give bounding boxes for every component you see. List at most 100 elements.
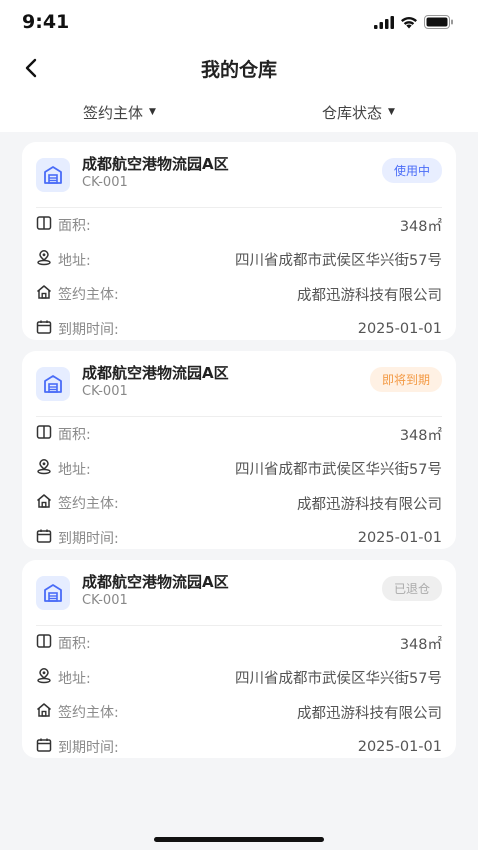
row-label: 面积: xyxy=(58,427,91,444)
row-label-group: 面积: xyxy=(36,215,91,235)
warehouse-icon xyxy=(36,158,70,192)
row-label-group: 签约主体: xyxy=(36,493,119,513)
row-label-group: 签约主体: xyxy=(36,702,119,722)
card-title-block: 成都航空港物流园A区 CK-001 xyxy=(82,363,370,401)
area-icon xyxy=(36,424,52,444)
signal-icon xyxy=(374,15,394,29)
nav-bar: 我的仓库 xyxy=(0,44,478,92)
row-label-group: 地址: xyxy=(36,667,91,688)
row-area: 面积: 348㎡ xyxy=(36,208,442,243)
row-label: 到期时间: xyxy=(58,530,119,547)
status-bar: 9:41 xyxy=(0,0,478,44)
page-title: 我的仓库 xyxy=(200,58,277,81)
back-icon[interactable] xyxy=(20,56,44,80)
row-area: 面积: 348㎡ xyxy=(36,626,442,661)
home-indicator xyxy=(154,837,324,842)
warehouse-card[interactable]: 成都航空港物流园A区 CK-001 即将到期面积: 348㎡地址: 四川省成都市武侯区华… xyxy=(22,351,456,549)
row-label: 签约主体: xyxy=(58,496,119,513)
warehouse-code: CK-001 xyxy=(82,593,128,608)
card-title-block: 成都航空港物流园A区 CK-001 xyxy=(82,154,382,192)
area-icon xyxy=(36,215,52,235)
row-expiry-date: 到期时间: 2025-01-01 xyxy=(36,312,442,347)
row-address: 地址: 四川省成都市武侯区华兴街57号 xyxy=(36,452,442,487)
row-value: 348㎡ xyxy=(399,218,442,235)
row-value: 四川省成都市武侯区华兴街57号 xyxy=(235,671,442,688)
caret-down-icon: ▼ xyxy=(388,107,395,117)
calendar-icon xyxy=(36,319,52,339)
calendar-icon xyxy=(36,737,52,757)
row-label-group: 面积: xyxy=(36,633,91,653)
row-value: 348㎡ xyxy=(399,427,442,444)
row-value: 成都迅游科技有限公司 xyxy=(297,496,442,513)
row-label-group: 到期时间: xyxy=(36,319,119,339)
home-icon xyxy=(36,702,52,722)
warehouse-name: 成都航空港物流园A区 xyxy=(82,573,229,591)
row-expiry-date: 到期时间: 2025-01-01 xyxy=(36,521,442,556)
row-label-group: 地址: xyxy=(36,458,91,479)
filter-label: 签约主体 xyxy=(83,103,144,122)
row-address: 地址: 四川省成都市武侯区华兴街57号 xyxy=(36,661,442,696)
row-value: 2025-01-01 xyxy=(357,529,442,546)
filter-signing-entity[interactable]: 签约主体 ▼ xyxy=(0,102,239,123)
location-icon xyxy=(36,458,52,479)
row-label-group: 到期时间: xyxy=(36,737,119,757)
row-area: 面积: 348㎡ xyxy=(36,417,442,452)
status-badge: 使用中 xyxy=(381,158,442,183)
filter-bar: 签约主体 ▼ 仓库状态 ▼ xyxy=(0,92,478,132)
area-icon xyxy=(36,633,52,653)
status-icons xyxy=(374,15,454,29)
status-time: 9:41 xyxy=(22,11,70,33)
row-expiry-date: 到期时间: 2025-01-01 xyxy=(36,730,442,765)
warehouse-name: 成都航空港物流园A区 xyxy=(82,364,229,382)
row-label: 面积: xyxy=(58,218,91,235)
row-label-group: 面积: xyxy=(36,424,91,444)
row-label: 到期时间: xyxy=(58,739,119,756)
row-value: 四川省成都市武侯区华兴街57号 xyxy=(235,253,442,270)
warehouse-icon xyxy=(36,367,70,401)
row-label: 地址: xyxy=(58,461,91,478)
warehouse-card[interactable]: 成都航空港物流园A区 CK-001 已退仓面积: 348㎡地址: 四川省成都市武侯区华兴… xyxy=(22,560,456,758)
card-header: 成都航空港物流园A区 CK-001 即将到期 xyxy=(36,363,442,417)
row-signing-entity: 签约主体: 成都迅游科技有限公司 xyxy=(36,695,442,730)
row-label-group: 地址: xyxy=(36,249,91,270)
wifi-icon xyxy=(401,16,417,28)
header: 9:41 我的仓库 签约主体 ▼ 仓库状态 ▼ xyxy=(0,0,478,132)
status-badge: 即将到期 xyxy=(369,367,442,392)
card-header: 成都航空港物流园A区 CK-001 使用中 xyxy=(36,154,442,208)
home-icon xyxy=(36,284,52,304)
home-icon xyxy=(36,493,52,513)
row-label: 面积: xyxy=(58,636,91,653)
row-signing-entity: 签约主体: 成都迅游科技有限公司 xyxy=(36,277,442,312)
card-header: 成都航空港物流园A区 CK-001 已退仓 xyxy=(36,572,442,626)
row-label: 到期时间: xyxy=(58,321,119,338)
warehouse-list: 成都航空港物流园A区 CK-001 使用中 面积: 348㎡ 地址: 四川省成都市武侯区华兴… xyxy=(0,132,478,758)
row-label: 地址: xyxy=(58,252,91,269)
row-label-group: 签约主体: xyxy=(36,284,119,304)
battery-icon xyxy=(424,15,453,29)
filter-warehouse-status[interactable]: 仓库状态 ▼ xyxy=(239,102,478,123)
status-badge: 已退仓 xyxy=(381,576,442,601)
warehouse-code: CK-001 xyxy=(82,384,128,399)
row-address: 地址: 四川省成都市武侯区华兴街57号 xyxy=(36,243,442,278)
row-label: 地址: xyxy=(58,670,91,687)
row-value: 成都迅游科技有限公司 xyxy=(297,705,442,722)
warehouse-name: 成都航空港物流园A区 xyxy=(82,155,229,173)
row-value: 348㎡ xyxy=(399,636,442,653)
location-icon xyxy=(36,249,52,270)
calendar-icon xyxy=(36,528,52,548)
row-label-group: 到期时间: xyxy=(36,528,119,548)
row-value: 2025-01-01 xyxy=(357,738,442,755)
warehouse-code: CK-001 xyxy=(82,175,128,190)
row-value: 2025-01-01 xyxy=(357,320,442,337)
row-label: 签约主体: xyxy=(58,287,119,304)
caret-down-icon: ▼ xyxy=(149,107,156,117)
row-value: 四川省成都市武侯区华兴街57号 xyxy=(235,462,442,479)
warehouse-card[interactable]: 成都航空港物流园A区 CK-001 使用中面积: 348㎡地址: 四川省成都市武侯区华兴… xyxy=(22,142,456,340)
warehouse-icon xyxy=(36,576,70,610)
row-signing-entity: 签约主体: 成都迅游科技有限公司 xyxy=(36,486,442,521)
card-title-block: 成都航空港物流园A区 CK-001 xyxy=(82,572,382,610)
row-value: 成都迅游科技有限公司 xyxy=(297,287,442,304)
row-label: 签约主体: xyxy=(58,705,119,722)
location-icon xyxy=(36,667,52,688)
filter-label: 仓库状态 xyxy=(322,103,383,122)
